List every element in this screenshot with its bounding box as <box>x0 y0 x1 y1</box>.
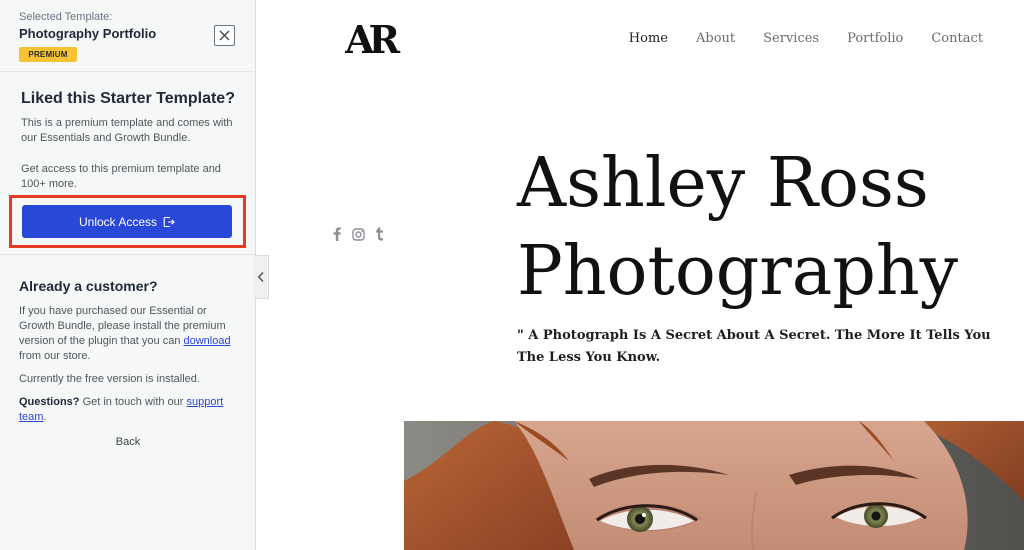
ar-logo-mark: AR <box>344 17 406 62</box>
free-version-status: Currently the free version is installed. <box>19 373 200 385</box>
close-icon <box>219 30 230 41</box>
instagram-icon[interactable] <box>352 227 365 241</box>
social-links <box>332 227 384 241</box>
nav-home[interactable]: Home <box>629 31 668 46</box>
customer-text-after: from our store. <box>19 350 91 362</box>
close-button[interactable] <box>214 25 235 46</box>
tumblr-icon[interactable] <box>375 227 384 241</box>
template-name: Photography Portfolio <box>19 26 157 41</box>
customer-instructions: If you have purchased our Essential or G… <box>19 304 241 364</box>
back-button[interactable]: Back <box>0 436 256 448</box>
chevron-left-icon <box>257 271 264 283</box>
section-divider <box>0 254 256 255</box>
questions-label: Questions? <box>19 396 80 408</box>
hero-line-1: Ashley Ross <box>517 144 929 223</box>
template-preview: AR Home About Services Portfolio Contact… <box>256 0 1024 550</box>
questions-text: Questions? Get in touch with our support… <box>19 395 241 425</box>
hero-portrait-image <box>404 421 1024 550</box>
questions-period: . <box>43 411 47 423</box>
nav-portfolio[interactable]: Portfolio <box>847 31 903 46</box>
external-link-icon <box>163 216 175 227</box>
premium-badge: PREMIUM <box>19 47 77 62</box>
premium-description: This is a premium template and comes wit… <box>21 117 233 144</box>
facebook-icon[interactable] <box>332 227 342 241</box>
customer-heading: Already a customer? <box>19 278 158 294</box>
site-logo[interactable]: AR <box>344 17 406 63</box>
access-description: Get access to this premium template and … <box>21 163 221 190</box>
unlock-access-label: Unlock Access <box>78 214 158 229</box>
nav-services[interactable]: Services <box>763 31 819 46</box>
selected-template-caption: Selected Template: <box>19 11 113 23</box>
hero-heading: Ashley Ross Photography <box>517 140 1017 316</box>
template-sidebar: Selected Template: Photography Portfolio… <box>0 0 256 550</box>
sidebar-header: Selected Template: Photography Portfolio… <box>0 0 256 72</box>
liked-template-heading: Liked this Starter Template? <box>21 90 235 107</box>
main-navigation: Home About Services Portfolio Contact <box>629 31 983 46</box>
nav-about[interactable]: About <box>696 31 735 46</box>
nav-contact[interactable]: Contact <box>931 31 983 46</box>
logo-text: AR <box>345 18 400 58</box>
questions-body: Get in touch with our <box>79 396 187 408</box>
download-link[interactable]: download <box>184 335 231 347</box>
hero-line-2: Photography <box>517 232 959 311</box>
hero-quote: " A Photograph Is A Secret About A Secre… <box>517 328 991 365</box>
collapse-sidebar-button[interactable] <box>254 255 269 299</box>
unlock-access-button[interactable]: Unlock Access <box>22 205 232 238</box>
